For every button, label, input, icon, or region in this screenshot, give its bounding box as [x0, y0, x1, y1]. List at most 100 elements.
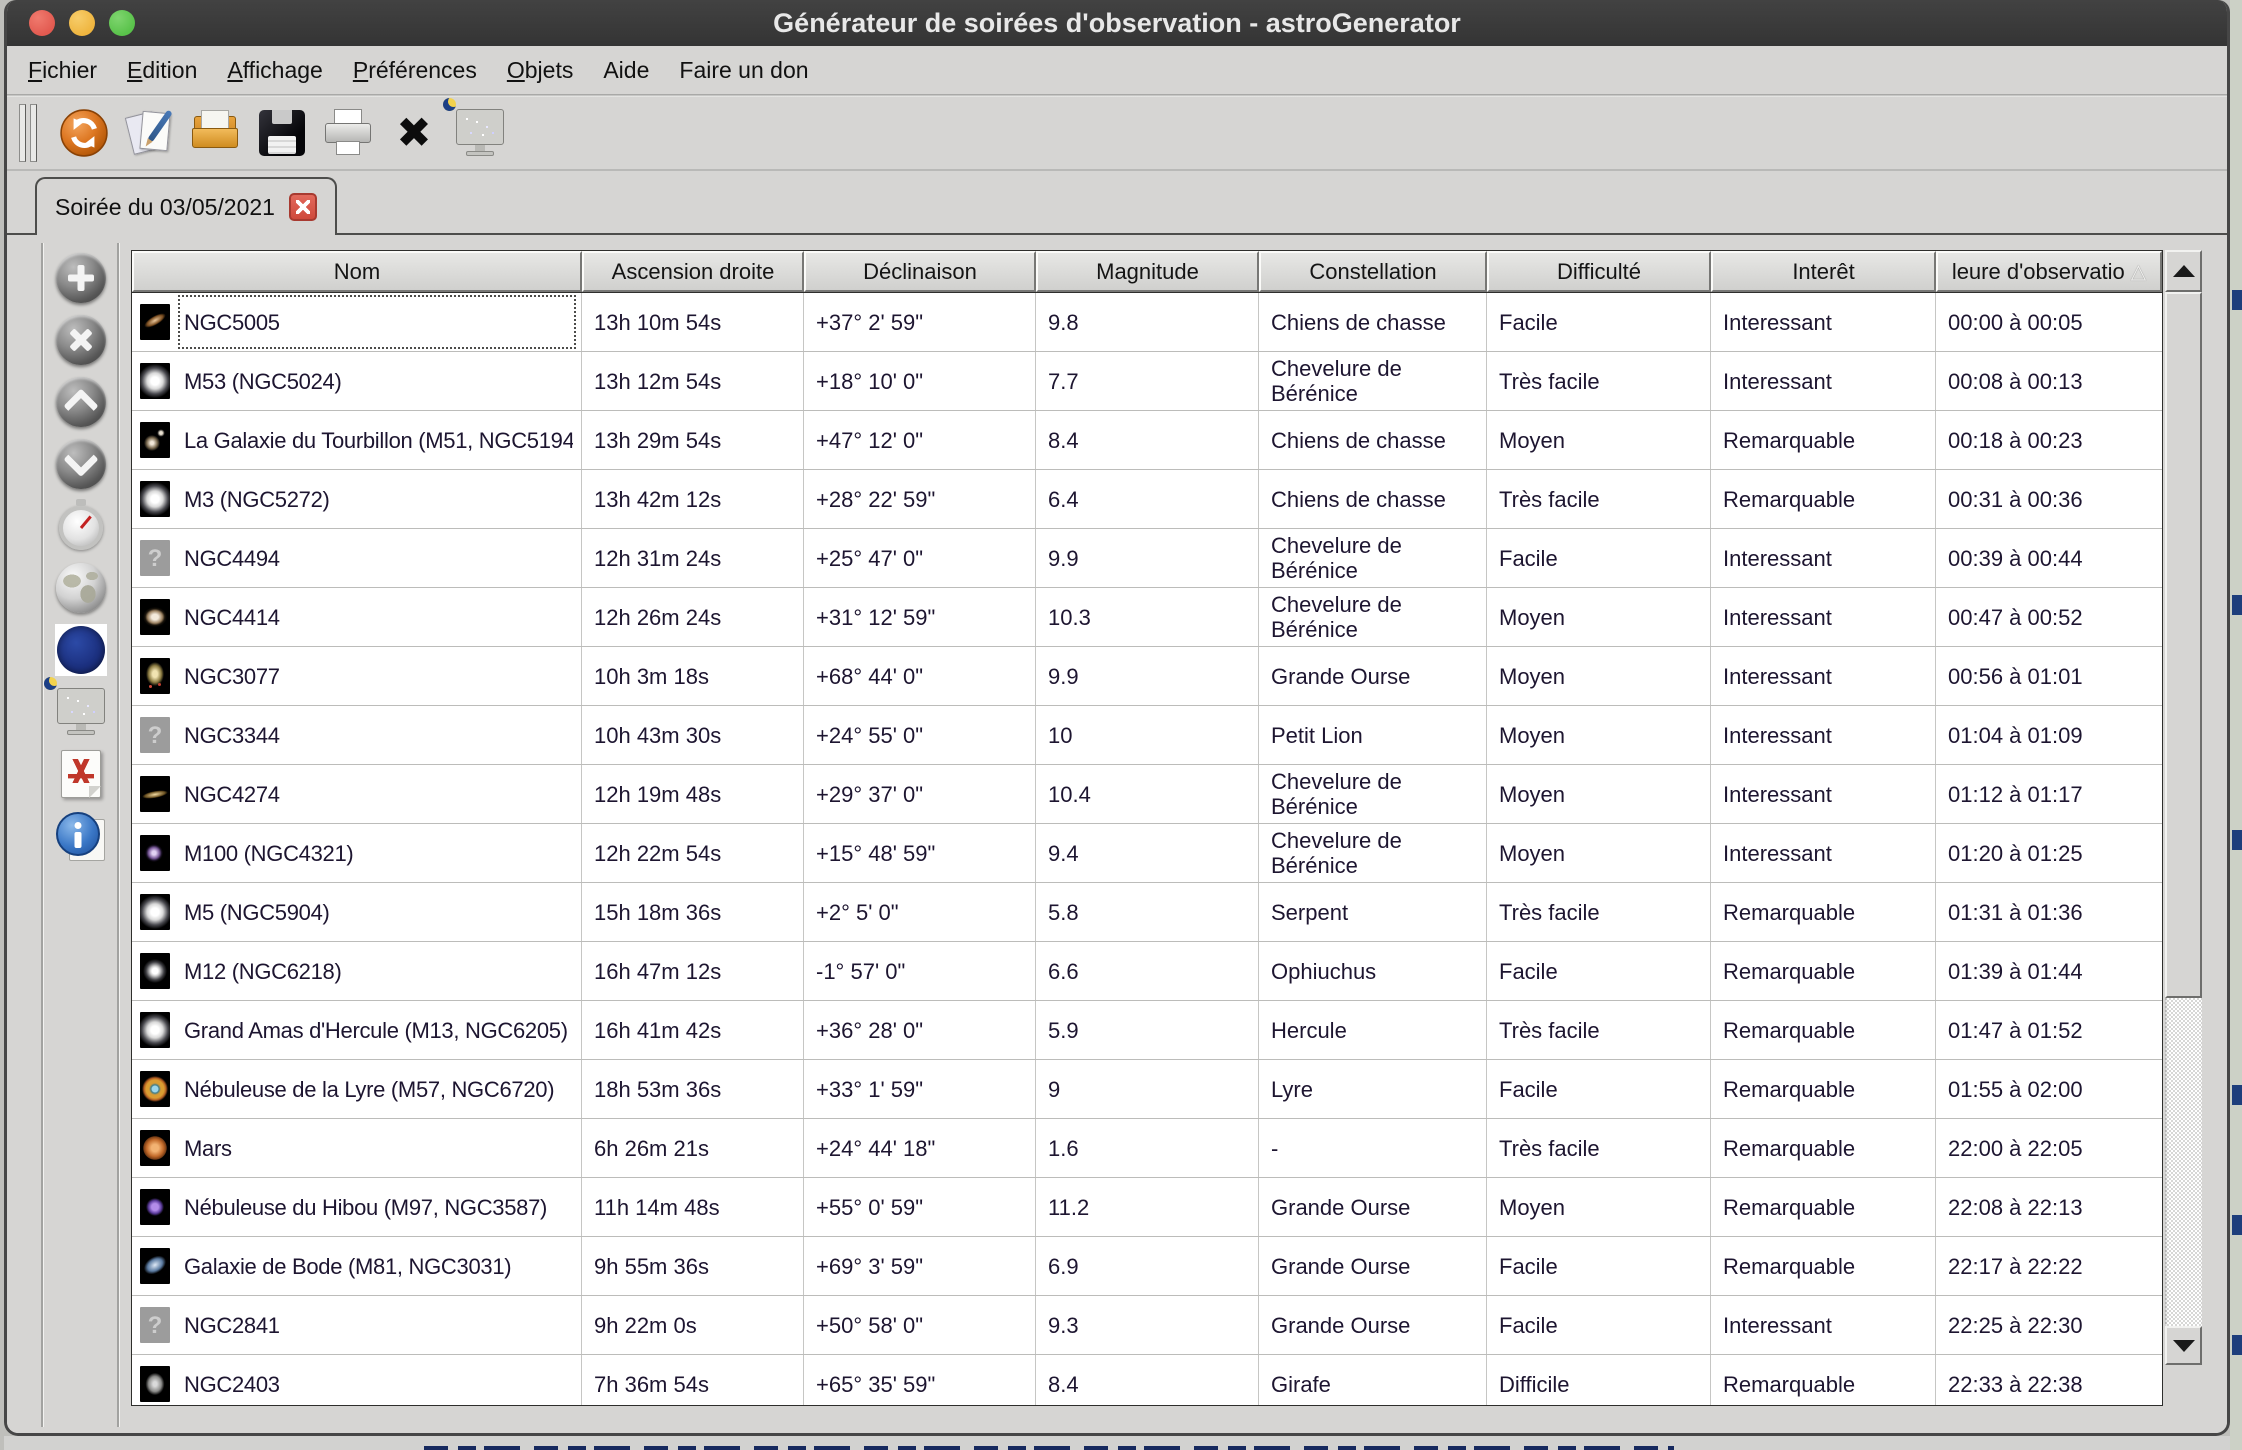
table-row[interactable]: NGC2403 7h 36m 54s +65° 35' 59" 8.4 Gira…	[132, 1355, 2162, 1406]
table-row[interactable]: NGC4274 12h 19m 48s +29° 37' 0" 10.4 Che…	[132, 765, 2162, 824]
magnitude-cell: 7.7	[1036, 352, 1259, 410]
screen-night-button[interactable]	[55, 686, 107, 738]
refresh-button[interactable]	[55, 104, 113, 162]
background-window-sliver	[2230, 0, 2242, 1450]
add-object-button[interactable]	[55, 252, 107, 304]
open-button[interactable]	[187, 104, 245, 162]
printer-icon	[322, 107, 374, 159]
name-cell: NGC4494	[132, 529, 582, 587]
right-ascension-cell: 9h 55m 36s	[582, 1237, 804, 1295]
difficulty-cell: Moyen	[1487, 647, 1711, 705]
constellation-cell: Chevelure de Bérénice	[1259, 765, 1487, 823]
tab-close-button[interactable]	[289, 193, 317, 221]
declination-cell: +29° 37' 0"	[804, 765, 1036, 823]
table-row[interactable]: NGC5005 13h 10m 54s +37° 2' 59" 9.8 Chie…	[132, 293, 2162, 352]
column-header-nom[interactable]: Nom	[132, 251, 582, 292]
table-row[interactable]: NGC4494 12h 31m 24s +25° 47' 0" 9.9 Chev…	[132, 529, 2162, 588]
constellation-cell: Chevelure de Bérénice	[1259, 529, 1487, 587]
object-thumbnail	[140, 1307, 170, 1343]
observation-time-cell: 22:17 à 22:22	[1936, 1237, 2162, 1295]
bottom-strip	[4, 1436, 2230, 1450]
table-row[interactable]: M100 (NGC4321) 12h 22m 54s +15° 48' 59" …	[132, 824, 2162, 883]
side-toolbar-separator	[117, 243, 119, 1427]
toolbar-drag-handle[interactable]	[19, 104, 41, 162]
location-button[interactable]	[55, 562, 107, 614]
save-button[interactable]	[253, 104, 311, 162]
table-row[interactable]: M5 (NGC5904) 15h 18m 36s +2° 5' 0" 5.8 S…	[132, 883, 2162, 942]
interest-cell: Remarquable	[1711, 883, 1936, 941]
export-pdf-button[interactable]	[55, 748, 107, 800]
vertical-scrollbar[interactable]	[2165, 250, 2202, 1365]
table-row[interactable]: Grand Amas d'Hercule (M13, NGC6205) 16h …	[132, 1001, 2162, 1060]
menu-edition[interactable]: Edition	[112, 51, 212, 90]
constellation-cell: Serpent	[1259, 883, 1487, 941]
magnitude-cell: 10	[1036, 706, 1259, 764]
right-ascension-cell: 6h 26m 21s	[582, 1119, 804, 1177]
menu-affichage[interactable]: Affichage	[212, 51, 337, 90]
object-name: NGC3077	[184, 664, 280, 689]
observation-time-button[interactable]	[55, 500, 107, 552]
column-header-declinaison[interactable]: Déclinaison	[804, 251, 1036, 292]
move-up-button[interactable]	[55, 376, 107, 428]
menu-objets[interactable]: Objets	[492, 51, 588, 90]
menu-faire-un-don[interactable]: Faire un don	[664, 51, 823, 90]
menu-aide[interactable]: Aide	[588, 51, 664, 90]
table-row[interactable]: M3 (NGC5272) 13h 42m 12s +28° 22' 59" 6.…	[132, 470, 2162, 529]
menu-preferences[interactable]: Préférences	[338, 51, 492, 90]
object-info-button[interactable]	[55, 810, 107, 862]
right-ascension-cell: 9h 22m 0s	[582, 1296, 804, 1354]
print-button[interactable]	[319, 104, 377, 162]
observation-time-cell: 22:25 à 22:30	[1936, 1296, 2162, 1354]
menu-fichier[interactable]: Fichier	[13, 51, 112, 90]
delete-button[interactable]	[385, 104, 443, 162]
name-cell: M5 (NGC5904)	[132, 883, 582, 941]
night-view-button[interactable]	[451, 104, 509, 162]
titlebar[interactable]: Générateur de soirées d'observation - as…	[7, 0, 2227, 46]
difficulty-cell: Moyen	[1487, 411, 1711, 469]
sky-view-button[interactable]	[55, 624, 107, 676]
difficulty-cell: Moyen	[1487, 1178, 1711, 1236]
observation-time-cell: 01:12 à 01:17	[1936, 765, 2162, 823]
column-header-constellation[interactable]: Constellation	[1259, 251, 1487, 292]
table-row[interactable]: NGC3344 10h 43m 30s +24° 55' 0" 10 Petit…	[132, 706, 2162, 765]
name-cell: M53 (NGC5024)	[132, 352, 582, 410]
column-header-interet[interactable]: Interêt	[1711, 251, 1936, 292]
move-down-button[interactable]	[55, 438, 107, 490]
right-ascension-cell: 12h 22m 54s	[582, 824, 804, 882]
column-header-ascension-droite[interactable]: Ascension droite	[582, 251, 804, 292]
difficulty-cell: Très facile	[1487, 352, 1711, 410]
interest-cell: Remarquable	[1711, 1001, 1936, 1059]
scroll-down-button[interactable]	[2165, 1326, 2202, 1365]
column-header-difficulte[interactable]: Difficulté	[1487, 251, 1711, 292]
table-body: NGC5005 13h 10m 54s +37° 2' 59" 9.8 Chie…	[132, 293, 2162, 1406]
table-row[interactable]: Galaxie de Bode (M81, NGC3031) 9h 55m 36…	[132, 1237, 2162, 1296]
table-row[interactable]: M12 (NGC6218) 16h 47m 12s -1° 57' 0" 6.6…	[132, 942, 2162, 1001]
table-row[interactable]: NGC4414 12h 26m 24s +31° 12' 59" 10.3 Ch…	[132, 588, 2162, 647]
tab-soiree[interactable]: Soirée du 03/05/2021	[35, 177, 337, 235]
object-thumbnail	[140, 776, 170, 812]
application-window: Générateur de soirées d'observation - as…	[4, 0, 2230, 1436]
observation-time-cell: 00:31 à 00:36	[1936, 470, 2162, 528]
table-row[interactable]: NGC3077 10h 3m 18s +68° 44' 0" 9.9 Grand…	[132, 647, 2162, 706]
remove-object-button[interactable]	[55, 314, 107, 366]
table-row[interactable]: La Galaxie du Tourbillon (M51, NGC5194) …	[132, 411, 2162, 470]
table-row[interactable]: NGC2841 9h 22m 0s +50° 58' 0" 9.3 Grande…	[132, 1296, 2162, 1355]
table-row[interactable]: Nébuleuse de la Lyre (M57, NGC6720) 18h …	[132, 1060, 2162, 1119]
table-row[interactable]: M53 (NGC5024) 13h 12m 54s +18° 10' 0" 7.…	[132, 352, 2162, 411]
validate-button[interactable]	[121, 104, 179, 162]
scroll-up-button[interactable]	[2165, 250, 2202, 292]
table-row[interactable]: Nébuleuse du Hibou (M97, NGC3587) 11h 14…	[132, 1178, 2162, 1237]
constellation-cell: Lyre	[1259, 1060, 1487, 1118]
column-header-magnitude[interactable]: Magnitude	[1036, 251, 1259, 292]
magnitude-cell: 6.6	[1036, 942, 1259, 1000]
side-toolbar	[51, 252, 111, 862]
difficulty-cell: Moyen	[1487, 765, 1711, 823]
magnitude-cell: 5.9	[1036, 1001, 1259, 1059]
column-header-heure-observation[interactable]: leure d'observatio △	[1936, 251, 2162, 292]
declination-cell: +28° 22' 59"	[804, 470, 1036, 528]
observation-time-cell: 00:39 à 00:44	[1936, 529, 2162, 587]
name-cell: M100 (NGC4321)	[132, 824, 582, 882]
scrollbar-thumb[interactable]	[2165, 292, 2202, 998]
table-row[interactable]: Mars 6h 26m 21s +24° 44' 18" 1.6 - Très …	[132, 1119, 2162, 1178]
right-ascension-cell: 16h 41m 42s	[582, 1001, 804, 1059]
